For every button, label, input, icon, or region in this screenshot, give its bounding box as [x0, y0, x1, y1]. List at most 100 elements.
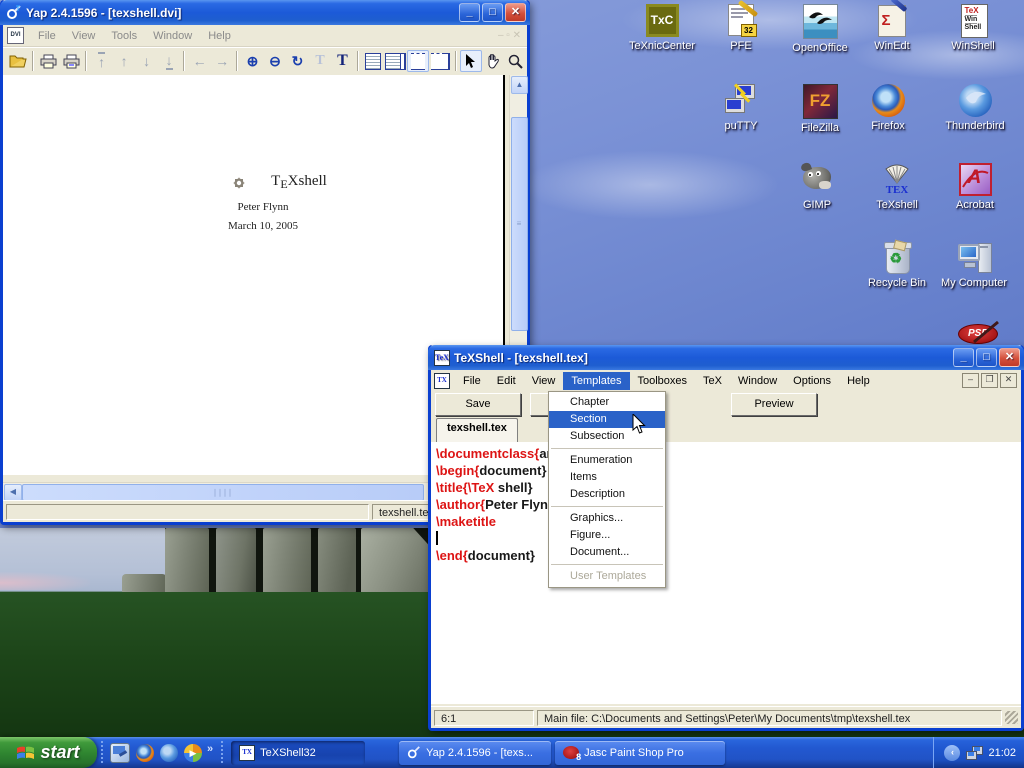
back-button[interactable] [188, 50, 210, 72]
yap-menu-file[interactable]: File [30, 27, 64, 45]
quick-launch-thunderbird-icon[interactable] [160, 744, 178, 762]
editor-line[interactable]: \documentclass{article} [436, 445, 1021, 462]
menu-window[interactable]: Window [730, 372, 785, 390]
preview-button[interactable]: Preview [731, 393, 817, 416]
desktop-icon-winedt[interactable]: Σ WinEdt [856, 4, 928, 52]
resize-grip[interactable] [1005, 711, 1018, 724]
tab-texshell-tex[interactable]: texshell.tex [436, 418, 518, 442]
texshell-titlebar[interactable]: TeX TeXShell - [texshell.tex] _ □ ✕ [428, 345, 1024, 370]
editor-line[interactable]: \end{document} [436, 547, 1021, 564]
desktop-icon-pfe[interactable]: 32 PFE [705, 4, 777, 52]
editor-line[interactable]: \begin{document} [436, 462, 1021, 479]
menu-options[interactable]: Options [785, 372, 839, 390]
texshell-minimize-button[interactable]: _ [953, 348, 974, 367]
yap-maximize-button[interactable]: □ [482, 3, 503, 22]
save-button[interactable]: Save [435, 393, 521, 416]
facing-page-view-button[interactable] [384, 50, 406, 72]
desktop-icon-firefox[interactable]: Firefox [852, 84, 924, 132]
yap-titlebar[interactable]: Yap 2.4.1596 - [texshell.dvi] _ □ ✕ [0, 0, 530, 25]
task-button-paintshoppro[interactable]: 8 Jasc Paint Shop Pro [555, 741, 725, 765]
menu-item-document[interactable]: Document... [549, 544, 665, 561]
zoom-in-button[interactable] [241, 50, 263, 72]
vertical-scroll-thumb[interactable]: ≡ [511, 117, 528, 331]
editor-line[interactable]: \maketitle [436, 513, 1021, 530]
menu-file[interactable]: File [455, 372, 489, 390]
editor-area[interactable]: \documentclass{article}\begin{document}\… [431, 442, 1021, 704]
hide-tray-icons-chevron[interactable]: ‹ [944, 745, 960, 761]
print-button[interactable] [37, 50, 59, 72]
desktop-icon-paintshoppro[interactable]: PSP [958, 324, 1000, 346]
menu-templates[interactable]: Templates [563, 372, 629, 390]
desktop-icon-winshell[interactable]: TeX Win Shell WinShell [937, 4, 1009, 52]
next-page-button[interactable] [135, 50, 157, 72]
texshell-window[interactable]: TeX TeXShell - [texshell.tex] _ □ ✕ TX F… [428, 345, 1024, 731]
continuous-view-button[interactable] [407, 50, 430, 72]
horizontal-scroll-thumb[interactable]: ∣∣∣∣ [22, 484, 424, 501]
yap-menu-window[interactable]: Window [145, 27, 200, 45]
task-button-texshell32[interactable]: TX TeXShell32 [231, 741, 365, 765]
desktop-icon-gimp[interactable]: GIMP [781, 163, 853, 211]
yap-menu-view[interactable]: View [64, 27, 104, 45]
menu-item-items[interactable]: Items [549, 469, 665, 486]
menu-separator [551, 506, 663, 507]
yap-close-button[interactable]: ✕ [505, 3, 526, 22]
editor-line[interactable] [436, 530, 1021, 547]
quick-launch-firefox-icon[interactable] [136, 744, 154, 762]
editor-line[interactable]: \author{Peter Flynn} [436, 496, 1021, 513]
pan-tool-button[interactable] [482, 50, 504, 72]
task-button-yap[interactable]: Yap 2.4.1596 - [texs... [399, 741, 551, 765]
desktop-icon-texshell[interactable]: TEX TeXshell [861, 163, 933, 211]
menu-item-chapter[interactable]: Chapter [549, 394, 665, 411]
forward-button[interactable] [211, 50, 233, 72]
quick-launch-overflow-chevron[interactable]: » [207, 743, 213, 755]
desktop-icon-recycle-bin[interactable]: ♻ Recycle Bin [861, 241, 933, 289]
last-page-button[interactable] [158, 50, 180, 72]
print-page-button[interactable] [60, 50, 82, 72]
mdi-restore-button[interactable]: ❐ [981, 373, 998, 388]
menu-tex[interactable]: TeX [695, 372, 730, 390]
refresh-button[interactable] [286, 50, 308, 72]
first-page-button[interactable] [90, 50, 112, 72]
desktop-icon-texniccenter[interactable]: TxC TeXnicCenter [626, 4, 698, 52]
menu-edit[interactable]: Edit [489, 372, 524, 390]
menu-item-description[interactable]: Description [549, 486, 665, 503]
texshell-close-button[interactable]: ✕ [999, 348, 1020, 367]
network-tray-icon[interactable] [966, 745, 982, 761]
yap-mdi-buttons[interactable]: – ▫ ✕ [498, 30, 521, 41]
continuous-facing-view-button[interactable] [429, 50, 451, 72]
zoom-out-button[interactable] [264, 50, 286, 72]
desktop-icon-thunderbird[interactable]: Thunderbird [939, 84, 1011, 132]
texshell-maximize-button[interactable]: □ [976, 348, 997, 367]
sunset-glow [0, 572, 90, 590]
menu-item-figure[interactable]: Figure... [549, 527, 665, 544]
mdi-close-button[interactable]: ✕ [1000, 373, 1017, 388]
mdi-window-controls[interactable]: – ❐ ✕ [960, 373, 1017, 388]
menu-help[interactable]: Help [839, 372, 878, 390]
editor-line[interactable]: \title{\TeX shell} [436, 479, 1021, 496]
yap-menu-help[interactable]: Help [200, 27, 239, 45]
desktop-icon-my-computer[interactable]: My Computer [938, 241, 1010, 289]
start-button[interactable]: start [0, 737, 97, 768]
desktop-icon-filezilla[interactable]: FZ FileZilla [784, 84, 856, 134]
menu-toolboxes[interactable]: Toolboxes [630, 372, 696, 390]
single-page-view-button[interactable] [362, 50, 384, 72]
previous-page-button[interactable] [113, 50, 135, 72]
yap-menu-tools[interactable]: Tools [103, 27, 145, 45]
desktop-icon-openoffice[interactable]: OpenOffice [784, 4, 856, 54]
desktop-icon-acrobat[interactable]: A Acrobat [939, 163, 1011, 211]
open-file-button[interactable] [7, 50, 29, 72]
magnifier-tool-button[interactable] [505, 50, 527, 72]
scroll-left-button[interactable]: ◀ [4, 484, 22, 501]
quick-launch-app-icon[interactable] [110, 743, 130, 763]
text-outline-button[interactable] [309, 50, 331, 72]
desktop-icon-putty[interactable]: puTTY [705, 84, 777, 132]
quick-launch-media-player-icon[interactable]: ▶ [184, 744, 202, 762]
mdi-minimize-button[interactable]: – [962, 373, 979, 388]
select-tool-button[interactable] [460, 50, 483, 72]
menu-item-enumeration[interactable]: Enumeration [549, 452, 665, 469]
yap-minimize-button[interactable]: _ [459, 3, 480, 22]
menu-view[interactable]: View [524, 372, 564, 390]
scroll-up-button[interactable]: ▲ [511, 76, 528, 94]
text-render-button[interactable] [331, 50, 353, 72]
menu-item-graphics[interactable]: Graphics... [549, 510, 665, 527]
